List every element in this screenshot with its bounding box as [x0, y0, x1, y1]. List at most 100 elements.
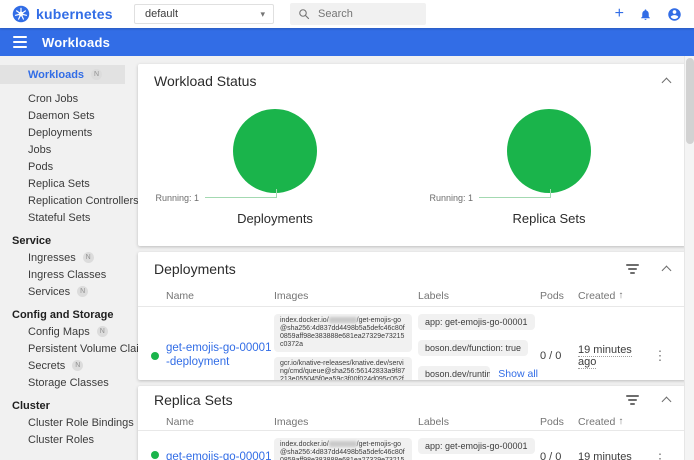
- sidebar-item-cluster-roles[interactable]: Cluster Roles: [0, 431, 125, 448]
- sidebar-item-config-maps[interactable]: Config Maps N: [0, 323, 125, 340]
- vertical-scrollbar[interactable]: [684, 56, 694, 460]
- column-header-name[interactable]: Name: [166, 290, 272, 302]
- column-header-created[interactable]: Created ↑: [578, 290, 650, 302]
- sidebar-item-jobs[interactable]: Jobs: [0, 141, 125, 158]
- row-menu-kebab-icon[interactable]: ⋮: [654, 348, 667, 364]
- sidebar-item-label: Workloads: [28, 69, 84, 81]
- deployments-table-header: Name Images Labels Pods Created ↑: [138, 285, 686, 307]
- sidebar-item-replication-controllers[interactable]: Replication Controllers: [0, 192, 125, 209]
- deployment-name-link[interactable]: get-emojis-go-00001-deployment: [166, 342, 272, 370]
- column-header-pods[interactable]: Pods: [540, 290, 576, 302]
- sidebar-item-label: Storage Classes: [28, 377, 109, 389]
- label-chip: boson.dev/runtime: go: [418, 366, 490, 380]
- namespace-value: default: [145, 8, 178, 20]
- page-title: Workloads: [42, 35, 110, 50]
- sidebar-item-label: Ingresses: [28, 252, 76, 264]
- user-account-icon[interactable]: [667, 7, 682, 22]
- image-chip: index.docker.io//get-emojis-go@sha256:4d…: [274, 314, 412, 352]
- replica-sets-header: Replica Sets: [138, 386, 686, 413]
- deployments-pie-chart: Running: 1 Deployments: [138, 97, 412, 226]
- labels-cell: app: get-emojis-go-00001 boson.dev/funct…: [418, 311, 538, 380]
- namespaced-badge: N: [97, 326, 108, 337]
- replica-sets-card: Replica Sets Name Images Labels Pods Cre…: [138, 386, 686, 460]
- image-chip: gcr.io/knative-releases/knative.dev/serv…: [274, 357, 412, 380]
- table-row: get-emojis-go-00001-deployment index.doc…: [138, 307, 686, 380]
- notifications-bell-icon[interactable]: [639, 8, 652, 21]
- column-header-name[interactable]: Name: [166, 416, 272, 428]
- collapse-card-icon[interactable]: [662, 266, 672, 276]
- column-header-created[interactable]: Created ↑: [578, 416, 650, 428]
- header-actions: +: [615, 6, 682, 22]
- pods-count: 0 / 0: [540, 451, 576, 460]
- column-header-labels[interactable]: Labels: [418, 290, 538, 302]
- sort-ascending-icon: ↑: [618, 416, 623, 427]
- images-cell: index.docker.io//get-emojis-go@sha256:4d…: [274, 435, 416, 460]
- collapse-card-icon[interactable]: [662, 78, 672, 88]
- row-menu-kebab-icon[interactable]: ⋮: [654, 451, 667, 460]
- chevron-down-icon: ▾: [260, 9, 265, 20]
- kubernetes-logo-icon: [12, 5, 30, 23]
- collapse-card-icon[interactable]: [662, 397, 672, 407]
- sidebar-item-label: Replica Sets: [28, 178, 90, 190]
- redacted-text: [329, 441, 357, 447]
- column-header-images[interactable]: Images: [274, 290, 416, 302]
- column-header-label: Created: [578, 416, 615, 428]
- sidebar-item-ingresses[interactable]: Ingresses N: [0, 249, 125, 266]
- namespaced-badge: N: [77, 286, 88, 297]
- workload-status-charts: Running: 1 Deployments Running: 1 Replic…: [138, 97, 686, 226]
- sidebar-item-label: Jobs: [28, 144, 51, 156]
- sidebar-item-services[interactable]: Services N: [0, 283, 125, 300]
- namespace-selector[interactable]: default ▾: [134, 4, 274, 24]
- menu-hamburger-icon[interactable]: [13, 36, 27, 48]
- pie-leader-line: [205, 189, 277, 198]
- create-resource-button[interactable]: +: [615, 6, 624, 22]
- card-title: Workload Status: [154, 73, 256, 89]
- column-header-pods[interactable]: Pods: [540, 416, 576, 428]
- sidebar-item-replica-sets[interactable]: Replica Sets: [0, 175, 125, 192]
- show-all-link[interactable]: Show all: [498, 368, 538, 380]
- sidebar-item-secrets[interactable]: Secrets N: [0, 357, 125, 374]
- sidebar-item-ingress-classes[interactable]: Ingress Classes: [0, 266, 125, 283]
- workload-status-header: Workload Status: [138, 64, 686, 97]
- filter-icon[interactable]: [626, 264, 639, 274]
- label-chip: boson.dev/function: true: [418, 340, 528, 356]
- sidebar-item-stateful-sets[interactable]: Stateful Sets: [0, 209, 125, 226]
- redacted-text: [329, 317, 357, 323]
- pie-annotation: Running: 1: [429, 193, 473, 203]
- column-header-images[interactable]: Images: [274, 416, 416, 428]
- sidebar-item-storage-classes[interactable]: Storage Classes: [0, 374, 125, 391]
- scrollbar-thumb[interactable]: [686, 58, 694, 144]
- sidebar-item-label: Cron Jobs: [28, 93, 78, 105]
- sidebar-item-workloads[interactable]: Workloads N: [0, 65, 125, 84]
- search-bar[interactable]: [290, 3, 426, 25]
- sidebar-item-label: Config Maps: [28, 326, 90, 338]
- filter-icon[interactable]: [626, 395, 639, 405]
- sidebar-item-pods[interactable]: Pods: [0, 158, 125, 175]
- workload-status-card: Workload Status Running: 1 Deployments: [138, 64, 686, 246]
- pie-annotation: Running: 1: [155, 193, 199, 203]
- namespaced-badge: N: [91, 69, 102, 80]
- kubernetes-logo[interactable]: kubernetes: [12, 5, 124, 23]
- app-header: kubernetes default ▾ +: [0, 0, 694, 28]
- chart-caption: Replica Sets: [513, 211, 586, 226]
- replica-sets-table-header: Name Images Labels Pods Created ↑: [138, 413, 686, 431]
- chart-caption: Deployments: [237, 211, 313, 226]
- column-header-labels[interactable]: Labels: [418, 416, 538, 428]
- search-icon: [298, 8, 310, 20]
- sidebar-item-cron-jobs[interactable]: Cron Jobs: [0, 90, 125, 107]
- sidebar-item-persistent-volume-claims[interactable]: Persistent Volume Claims N: [0, 340, 125, 357]
- sidebar-item-label: Pods: [28, 161, 53, 173]
- search-input[interactable]: [318, 8, 408, 20]
- sidebar-item-cluster-role-bindings[interactable]: Cluster Role Bindings: [0, 414, 125, 431]
- column-header-label: Created: [578, 290, 615, 302]
- sidebar-item-label: Services: [28, 286, 70, 298]
- sort-ascending-icon: ↑: [618, 290, 623, 301]
- images-cell: index.docker.io//get-emojis-go@sha256:4d…: [274, 311, 416, 380]
- replica-set-name-link[interactable]: get-emojis-go-00001-deployment-: [166, 451, 272, 460]
- sidebar-item-deployments[interactable]: Deployments: [0, 124, 125, 141]
- pie-running-slice: [233, 109, 317, 193]
- namespaced-badge: N: [83, 252, 94, 263]
- replica-sets-pie-chart: Running: 1 Replica Sets: [412, 97, 686, 226]
- label-chip: app: get-emojis-go-00001: [418, 438, 535, 454]
- sidebar-item-daemon-sets[interactable]: Daemon Sets: [0, 107, 125, 124]
